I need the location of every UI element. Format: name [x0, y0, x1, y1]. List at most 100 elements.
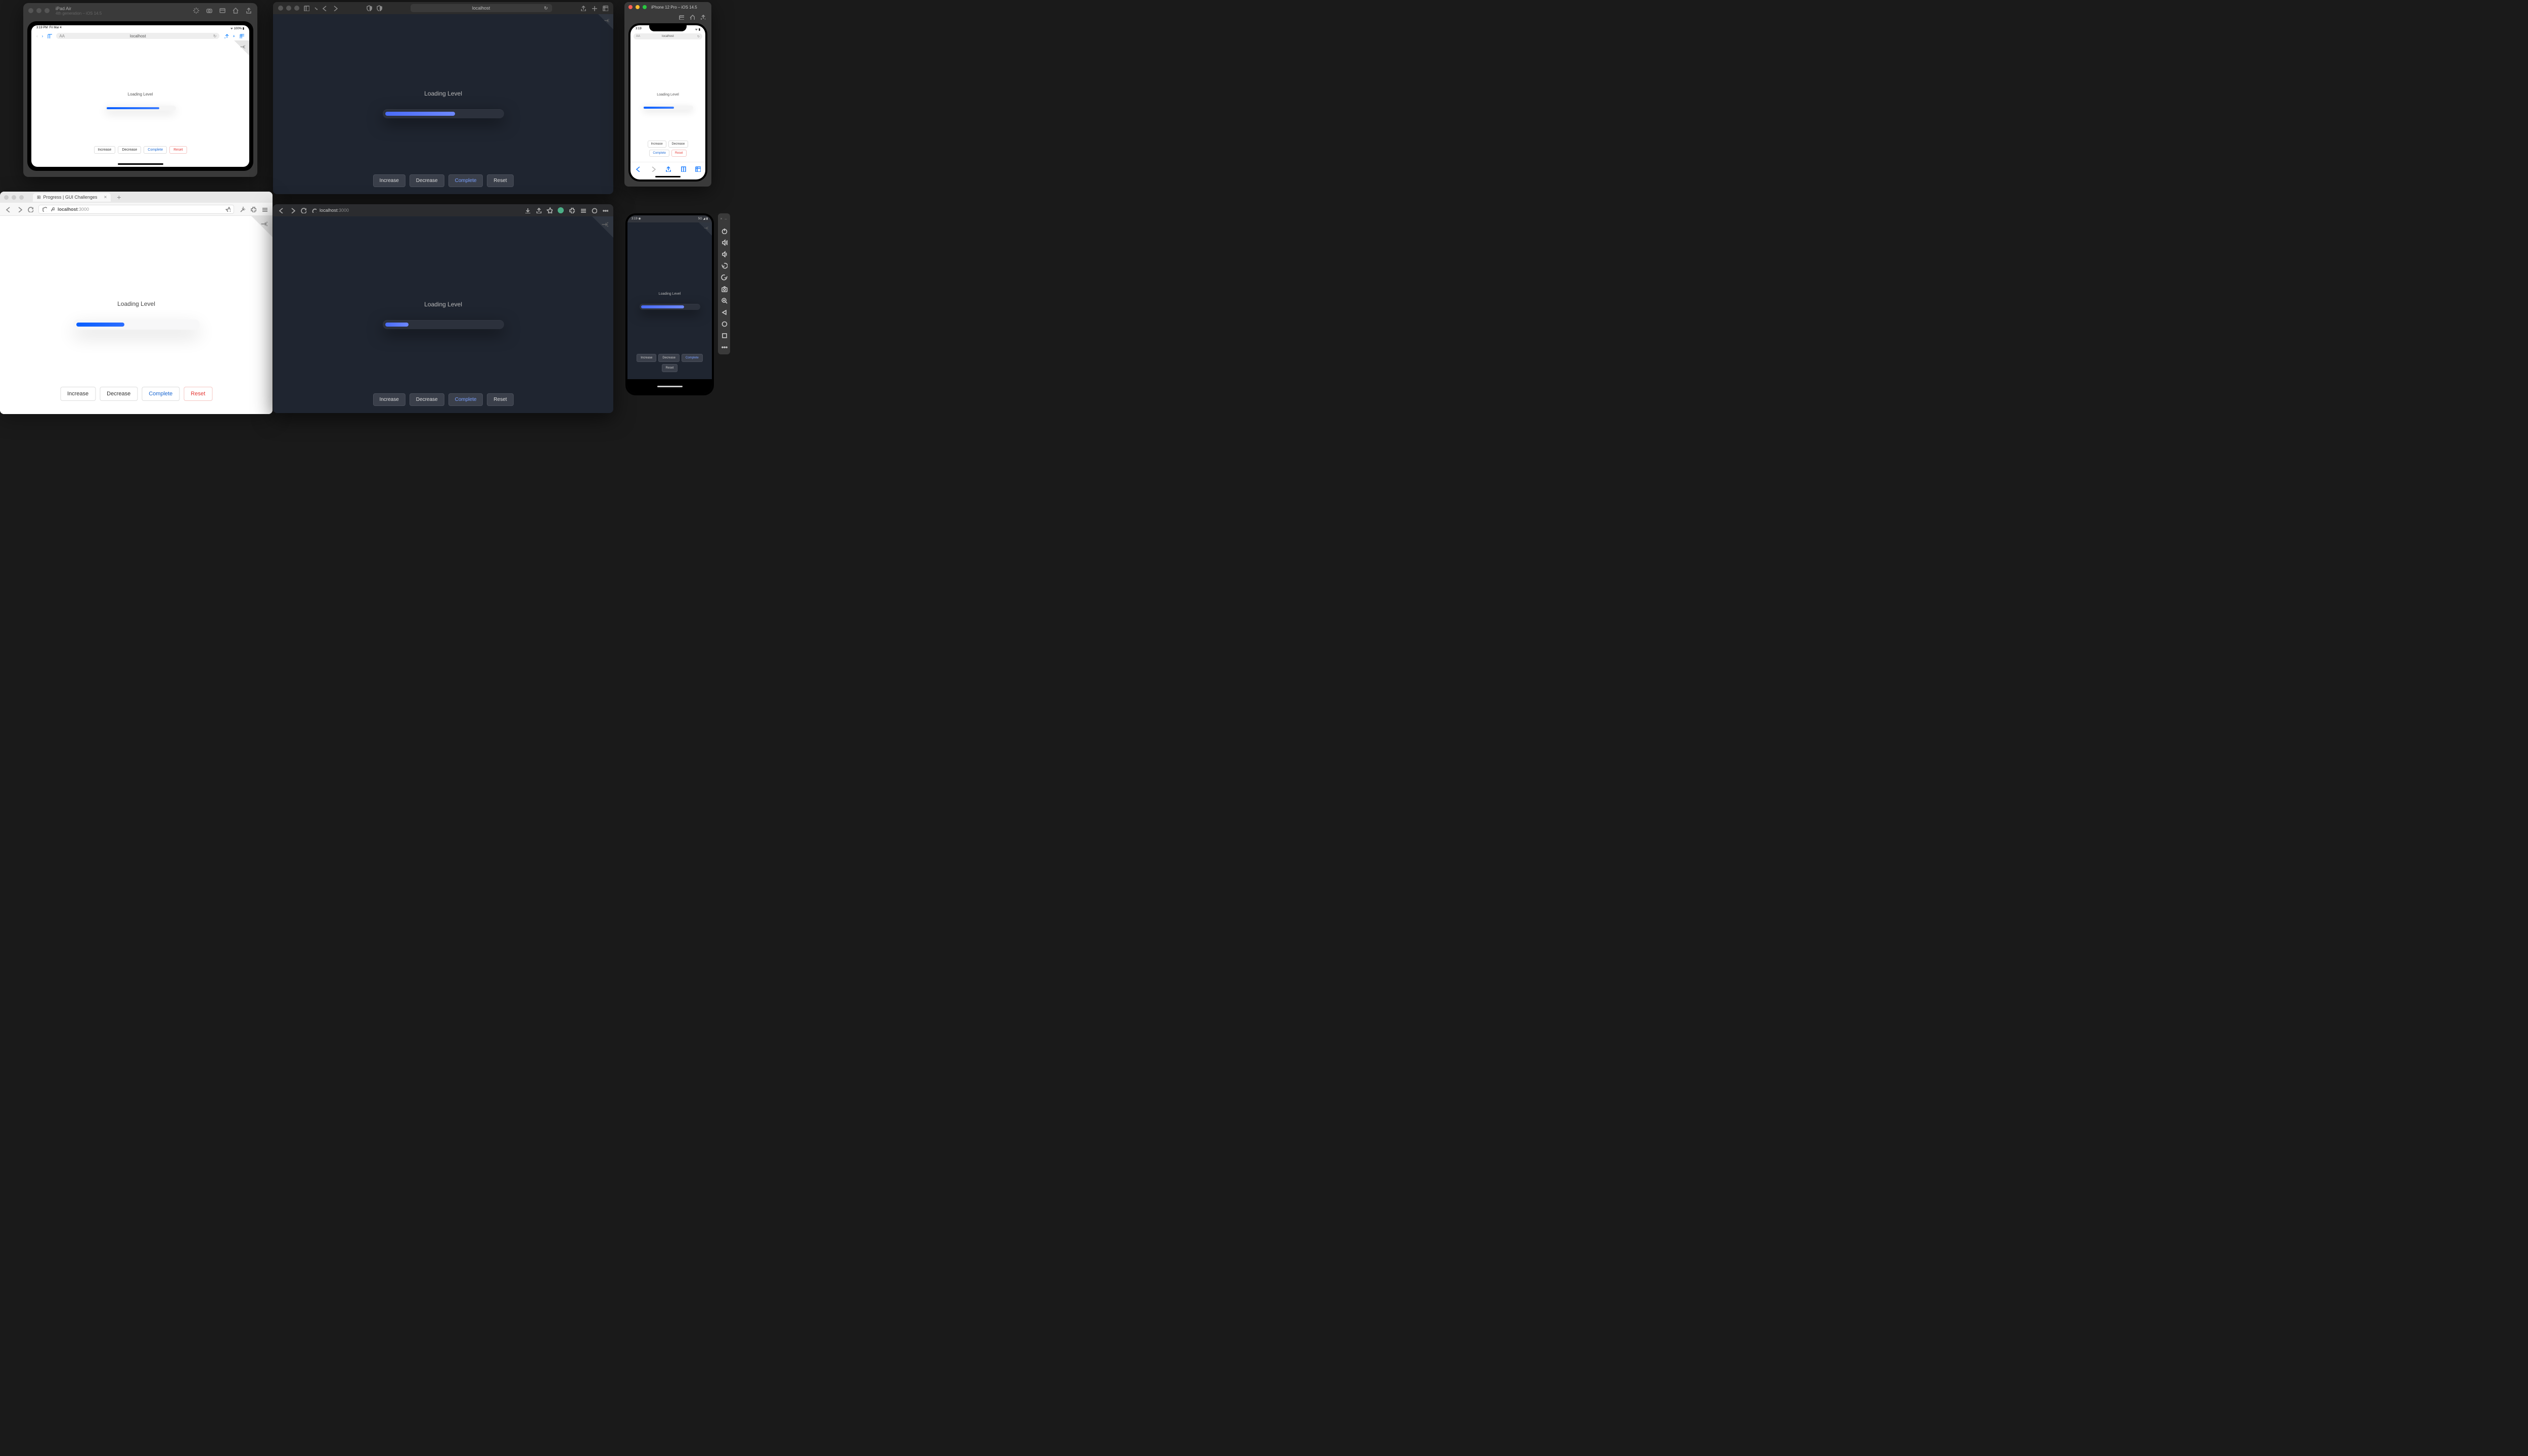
camera-icon[interactable] [721, 286, 728, 292]
increase-button[interactable]: Increase [60, 387, 96, 401]
more-icon[interactable] [721, 344, 728, 350]
complete-button[interactable]: Complete [448, 393, 483, 406]
chevron-down-icon[interactable] [313, 5, 318, 11]
rotate-left-icon[interactable] [721, 262, 728, 269]
reader-icon[interactable]: AA [636, 35, 640, 38]
profile-icon[interactable] [591, 207, 597, 213]
sidebar-icon[interactable] [303, 5, 309, 11]
reload-icon[interactable] [300, 207, 306, 213]
new-tab-icon[interactable]: + [233, 34, 235, 38]
complete-button[interactable]: Complete [142, 387, 179, 401]
reader-icon[interactable]: AA [59, 34, 65, 38]
traffic-lights[interactable] [28, 8, 50, 13]
reset-button[interactable]: Reset [169, 146, 187, 154]
decrease-button[interactable]: Decrease [668, 141, 689, 148]
complete-button[interactable]: Complete [144, 146, 167, 154]
back-icon[interactable] [635, 166, 641, 172]
browser-tab[interactable]: ⊞ Progress | GUI Challenges × [33, 193, 111, 202]
traffic-lights[interactable] [628, 5, 647, 9]
star-icon[interactable] [225, 207, 231, 212]
reset-button[interactable]: Reset [487, 174, 513, 187]
back-icon[interactable] [721, 309, 728, 315]
devtools-icon[interactable] [580, 207, 586, 213]
new-tab-icon[interactable]: + [117, 193, 121, 201]
complete-button[interactable]: Complete [448, 174, 483, 187]
share-icon[interactable] [223, 33, 229, 38]
rotate-right-icon[interactable] [721, 274, 728, 281]
reload-icon[interactable]: ↻ [697, 35, 700, 38]
tabs-icon[interactable] [239, 33, 244, 38]
ipad-sim-titlebar[interactable]: iPad Air 4th generation – iOS 14.5 [23, 3, 257, 18]
share-icon[interactable] [700, 14, 705, 20]
android-nav-bar[interactable] [627, 379, 712, 393]
new-tab-icon[interactable] [591, 5, 597, 11]
record-icon[interactable] [206, 7, 213, 14]
share-icon[interactable] [245, 7, 252, 14]
screenshot-icon[interactable] [679, 14, 684, 20]
decrease-button[interactable]: Decrease [410, 174, 444, 187]
reload-icon[interactable]: ↻ [213, 34, 217, 38]
back-icon[interactable] [278, 207, 284, 213]
tabs-icon[interactable] [602, 5, 608, 11]
shield-icon[interactable] [42, 207, 47, 212]
devtools-icon[interactable] [250, 206, 256, 212]
decrease-button[interactable]: Decrease [118, 146, 141, 154]
bookmarks-icon[interactable] [680, 166, 686, 172]
minimize-icon[interactable]: – [725, 217, 728, 220]
safari-url-field[interactable]: localhost ↻ [411, 4, 552, 12]
complete-button[interactable]: Complete [682, 354, 703, 362]
back-icon[interactable] [5, 206, 11, 212]
forward-icon[interactable] [289, 207, 295, 213]
forward-icon[interactable]: › [42, 34, 43, 38]
power-icon[interactable] [721, 228, 728, 234]
back-icon[interactable]: ‹ [36, 34, 38, 38]
screenshot-icon[interactable] [219, 7, 226, 14]
star-icon[interactable] [547, 207, 553, 213]
reset-button[interactable]: Reset [671, 150, 687, 157]
traffic-lights[interactable] [278, 6, 299, 11]
home-indicator[interactable] [655, 176, 681, 177]
forward-icon[interactable] [650, 166, 656, 172]
overview-icon[interactable] [721, 332, 728, 339]
increase-button[interactable]: Increase [648, 141, 666, 148]
home-icon[interactable] [721, 321, 728, 327]
ff-url-field[interactable]: localhost:3000 [38, 205, 234, 214]
volume-down-icon[interactable] [721, 251, 728, 257]
reset-button[interactable]: Reset [662, 364, 678, 372]
increase-button[interactable]: Increase [637, 354, 656, 362]
ipad-url-field[interactable]: AA localhost ↻ [56, 33, 219, 39]
increase-button[interactable]: Increase [373, 393, 405, 406]
iphone-sim-titlebar[interactable]: iPhone 12 Pro – iOS 14.5 [624, 2, 711, 12]
sidebar-icon[interactable] [47, 33, 52, 38]
decrease-button[interactable]: Decrease [410, 393, 444, 406]
increase-button[interactable]: Increase [94, 146, 115, 154]
reload-icon[interactable]: ↻ [544, 6, 548, 11]
extensions-icon[interactable] [569, 207, 575, 213]
home-icon[interactable] [689, 14, 695, 20]
home-icon[interactable] [232, 7, 239, 14]
chrome-url-field[interactable]: localhost:3000 [311, 208, 349, 213]
forward-icon[interactable] [16, 206, 22, 212]
more-icon[interactable] [602, 207, 608, 213]
info-icon[interactable] [311, 208, 317, 213]
forward-icon[interactable] [332, 5, 338, 11]
volume-up-icon[interactable] [721, 239, 728, 246]
spark-icon[interactable] [193, 7, 200, 14]
decrease-button[interactable]: Decrease [658, 354, 680, 362]
zoom-icon[interactable] [721, 297, 728, 304]
reset-button[interactable]: Reset [487, 393, 513, 406]
reset-button[interactable]: Reset [184, 387, 212, 401]
back-icon[interactable] [322, 5, 328, 11]
complete-button[interactable]: Complete [649, 150, 669, 157]
close-tab-icon[interactable]: × [104, 195, 107, 200]
iphone-url-field[interactable]: AA localhost ↻ [634, 33, 702, 39]
traffic-lights[interactable] [4, 195, 24, 200]
privacy-icon[interactable] [376, 5, 382, 11]
share-icon[interactable] [535, 207, 541, 213]
tabs-icon[interactable] [695, 166, 701, 172]
menu-icon[interactable] [261, 206, 267, 212]
reload-icon[interactable] [27, 206, 33, 212]
gesture-pill[interactable] [657, 386, 683, 387]
install-icon[interactable] [524, 207, 530, 213]
share-icon[interactable] [580, 5, 586, 11]
